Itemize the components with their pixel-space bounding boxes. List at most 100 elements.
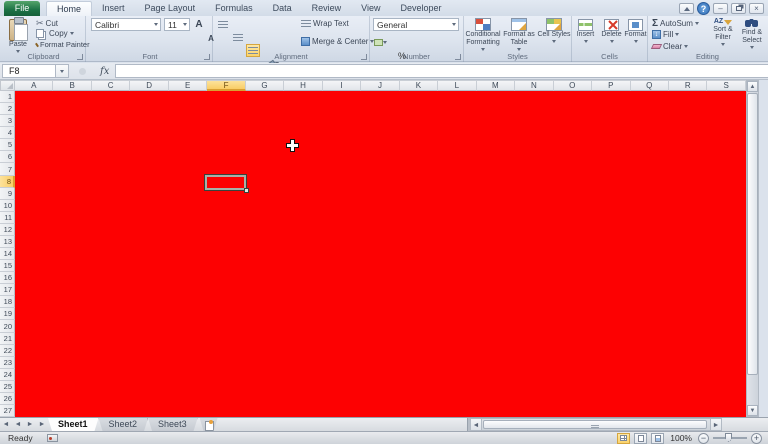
sheet-tab[interactable]: Sheet1 bbox=[48, 418, 99, 431]
row-header[interactable]: 2 bbox=[0, 103, 15, 115]
zoom-in-button[interactable]: + bbox=[751, 433, 762, 444]
h-scroll-left-button[interactable]: ◄ bbox=[470, 418, 482, 431]
sheet-cells-area[interactable] bbox=[15, 91, 746, 417]
formula-input[interactable] bbox=[115, 64, 768, 78]
format-as-table-button[interactable]: Format as Table bbox=[502, 16, 536, 51]
column-header[interactable]: M bbox=[477, 80, 515, 91]
row-header[interactable]: 21 bbox=[0, 333, 15, 345]
row-header[interactable]: 20 bbox=[0, 320, 15, 332]
column-header[interactable]: D bbox=[130, 80, 168, 91]
row-header[interactable]: 3 bbox=[0, 115, 15, 127]
normal-view-button[interactable] bbox=[617, 433, 630, 444]
delete-cells-button[interactable]: Delete bbox=[599, 17, 624, 43]
close-window-button[interactable]: × bbox=[749, 3, 764, 14]
row-header[interactable]: 27 bbox=[0, 405, 15, 417]
find-select-button[interactable]: Find & Select bbox=[738, 16, 766, 49]
autosum-button[interactable]: Σ AutoSum bbox=[650, 18, 701, 29]
cell-styles-button[interactable]: Cell Styles bbox=[537, 16, 571, 43]
column-header[interactable]: A bbox=[15, 80, 53, 91]
wrap-text-button[interactable]: Wrap Text bbox=[299, 19, 351, 28]
next-sheet-button[interactable]: ► bbox=[24, 418, 36, 431]
font-size-select[interactable]: 11 bbox=[164, 18, 190, 31]
cut-button[interactable]: ✂ Cut bbox=[34, 18, 60, 29]
row-header[interactable]: 14 bbox=[0, 248, 15, 260]
first-sheet-button[interactable]: ◄ bbox=[0, 418, 12, 431]
zoom-out-button[interactable]: − bbox=[698, 433, 709, 444]
select-all-corner[interactable] bbox=[0, 80, 15, 91]
paste-button[interactable]: Paste bbox=[4, 17, 32, 53]
column-header[interactable]: F bbox=[207, 80, 245, 91]
horizontal-scroll-thumb[interactable] bbox=[483, 420, 707, 429]
horizontal-scrollbar[interactable] bbox=[482, 418, 710, 431]
previous-sheet-button[interactable]: ◄ bbox=[12, 418, 24, 431]
column-header[interactable]: P bbox=[592, 80, 630, 91]
h-scroll-right-button[interactable]: ► bbox=[710, 418, 722, 431]
zoom-slider-thumb[interactable] bbox=[725, 433, 732, 442]
column-header[interactable]: J bbox=[361, 80, 399, 91]
page-break-view-button[interactable] bbox=[651, 433, 664, 444]
ribbon-tab[interactable]: Developer bbox=[390, 1, 451, 16]
column-header[interactable]: H bbox=[284, 80, 322, 91]
copy-button[interactable]: Copy bbox=[34, 29, 76, 38]
vertical-scrollbar[interactable]: ▲ ▼ bbox=[746, 80, 759, 417]
merge-center-button[interactable]: Merge & Center bbox=[299, 37, 376, 46]
column-header[interactable]: K bbox=[400, 80, 438, 91]
font-name-select[interactable]: Calibri bbox=[91, 18, 161, 31]
selected-cell-f8[interactable] bbox=[204, 174, 247, 191]
row-header[interactable]: 26 bbox=[0, 393, 15, 405]
column-header[interactable]: C bbox=[92, 80, 130, 91]
row-header[interactable]: 13 bbox=[0, 236, 15, 248]
dialog-launcher-icon[interactable] bbox=[361, 54, 367, 60]
ribbon-tab[interactable]: View bbox=[351, 1, 390, 16]
ribbon-tab[interactable]: Insert bbox=[92, 1, 135, 16]
column-header[interactable]: R bbox=[669, 80, 707, 91]
column-header[interactable]: I bbox=[323, 80, 361, 91]
row-header[interactable]: 12 bbox=[0, 224, 15, 236]
name-box[interactable]: F8 bbox=[2, 64, 56, 78]
fill-handle[interactable] bbox=[244, 188, 249, 193]
grow-font-button[interactable]: A bbox=[192, 18, 206, 31]
row-header[interactable]: 17 bbox=[0, 284, 15, 296]
sheet-tab[interactable]: Sheet2 bbox=[99, 418, 149, 431]
row-header[interactable]: 10 bbox=[0, 200, 15, 212]
row-header[interactable]: 1 bbox=[0, 91, 15, 103]
row-header[interactable]: 15 bbox=[0, 260, 15, 272]
column-header[interactable]: S bbox=[707, 80, 745, 91]
row-header[interactable]: 11 bbox=[0, 212, 15, 224]
accounting-format-button[interactable] bbox=[373, 36, 387, 49]
file-tab[interactable]: File bbox=[4, 1, 40, 16]
name-box-dropdown[interactable] bbox=[56, 64, 69, 78]
column-header[interactable]: E bbox=[169, 80, 207, 91]
ribbon-tab[interactable]: Page Layout bbox=[135, 1, 206, 16]
minimize-ribbon-button[interactable] bbox=[679, 3, 694, 14]
insert-function-button[interactable]: fx bbox=[100, 66, 109, 77]
clear-button[interactable]: Clear bbox=[650, 42, 690, 51]
row-header[interactable]: 8 bbox=[0, 176, 15, 188]
restore-window-button[interactable] bbox=[731, 3, 746, 14]
row-header[interactable]: 9 bbox=[0, 188, 15, 200]
row-header[interactable]: 23 bbox=[0, 357, 15, 369]
scroll-up-button[interactable]: ▲ bbox=[747, 81, 758, 92]
vertical-scroll-thumb[interactable] bbox=[747, 93, 758, 375]
sort-filter-button[interactable]: AZ Sort & Filter bbox=[708, 16, 738, 46]
number-format-select[interactable]: General bbox=[373, 18, 459, 31]
format-cells-button[interactable]: Format bbox=[624, 17, 647, 43]
column-header[interactable]: N bbox=[515, 80, 553, 91]
column-header[interactable]: Q bbox=[631, 80, 669, 91]
column-header[interactable]: L bbox=[438, 80, 476, 91]
help-button[interactable]: ? bbox=[697, 2, 710, 15]
ribbon-tab[interactable]: Review bbox=[302, 1, 352, 16]
page-layout-view-button[interactable] bbox=[634, 433, 647, 444]
row-header[interactable]: 6 bbox=[0, 151, 15, 163]
row-header[interactable]: 5 bbox=[0, 139, 15, 151]
row-header[interactable]: 25 bbox=[0, 381, 15, 393]
format-painter-button[interactable]: Format Painter bbox=[34, 40, 88, 49]
fill-button[interactable]: ↓ Fill bbox=[650, 30, 681, 39]
column-header[interactable]: G bbox=[246, 80, 284, 91]
row-header[interactable]: 7 bbox=[0, 163, 15, 175]
row-header[interactable]: 18 bbox=[0, 296, 15, 308]
conditional-formatting-button[interactable]: Conditional Formatting bbox=[465, 16, 501, 51]
insert-cells-button[interactable]: Insert bbox=[573, 17, 598, 43]
dialog-launcher-icon[interactable] bbox=[455, 54, 461, 60]
sheet-tab[interactable]: Sheet3 bbox=[148, 418, 198, 431]
